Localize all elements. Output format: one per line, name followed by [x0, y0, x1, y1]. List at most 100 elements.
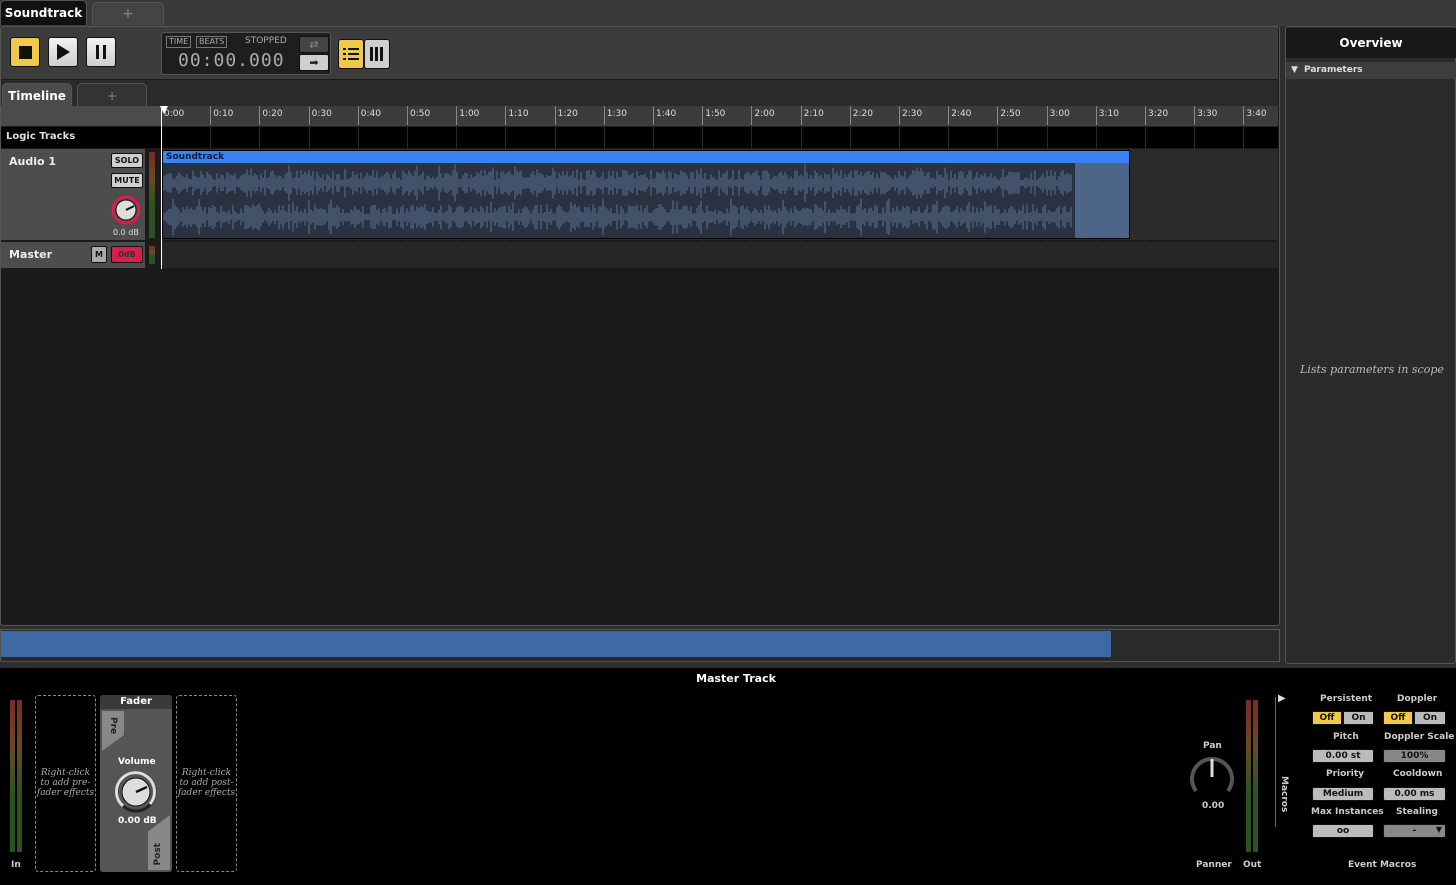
audio-track-meter [149, 152, 155, 238]
waveform [163, 163, 1129, 238]
arrow-right-icon: ➡ [309, 56, 319, 69]
logic-tracks-label: Logic Tracks [6, 131, 76, 142]
audio-volume-knob[interactable] [110, 194, 142, 226]
master-volume-value: 0dB [118, 250, 136, 259]
ruler-tick: 0:40 [357, 106, 381, 125]
doppler-label: Doppler [1397, 694, 1438, 704]
post-fader-effects-slot[interactable]: Right-click to add post-fader effects [176, 695, 237, 872]
stealing-dropdown[interactable]: - ▼ [1383, 824, 1446, 838]
master-track-name: Master [9, 248, 53, 261]
transport-status: STOPPED [245, 36, 287, 46]
ruler-tick: 2:40 [948, 106, 971, 125]
audio-region-soundtrack[interactable]: Soundtrack [162, 150, 1130, 239]
play-button[interactable] [48, 37, 78, 67]
ruler-tick: 0:50 [407, 106, 430, 125]
loop-button[interactable]: ⇄ [299, 36, 329, 53]
fader-volume-label: Volume [118, 757, 156, 767]
post-label: Post [153, 843, 163, 866]
ruler-tick: 2:50 [997, 106, 1021, 125]
doppler-scale-field[interactable]: 100% [1383, 749, 1446, 763]
parameters-hint: Lists parameters in scope [1300, 363, 1444, 376]
fader-module[interactable]: Fader Pre Volume 0.00 dB Post [100, 695, 172, 872]
expand-macros-icon[interactable]: ▶ [1278, 693, 1286, 704]
macros-label: Macros [1279, 776, 1289, 813]
ruler-tick: 2:20 [849, 106, 873, 125]
deck-title: Master Track [696, 672, 776, 685]
ruler-tick: 3:20 [1145, 106, 1168, 125]
panner-section-label: Panner [1196, 860, 1232, 870]
waveform-channel [163, 198, 1072, 236]
stealing-value: - [1412, 826, 1417, 836]
playhead-handle[interactable] [160, 106, 168, 114]
stop-button[interactable] [10, 37, 40, 67]
follow-playhead-button[interactable]: ➡ [299, 54, 329, 71]
pan-knob[interactable] [1188, 753, 1236, 797]
timeline-ruler[interactable]: 0:00 0:10 0:20 0:30 0:40 0:50 1:00 1:10 1:20 1:30… [161, 106, 1278, 127]
beats-mode-toggle[interactable]: BEATS [196, 36, 228, 48]
ruler-tick: 1:30 [603, 106, 627, 125]
output-label: Out [1243, 860, 1262, 870]
persistent-off-toggle[interactable]: Off [1312, 711, 1342, 725]
scrollbar-thumb[interactable] [1, 631, 1111, 657]
output-meter-left [1246, 700, 1251, 852]
master-track-meter [149, 246, 155, 264]
document-tab-soundtrack[interactable]: Soundtrack [0, 0, 87, 25]
add-document-tab-button[interactable]: + [92, 2, 164, 25]
priority-label: Priority [1326, 769, 1364, 779]
pre-fader-effects-slot[interactable]: Right-click to add pre-fader effects [35, 695, 96, 872]
pan-label: Pan [1203, 741, 1222, 751]
cooldown-field[interactable]: 0.00 ms [1383, 787, 1446, 801]
ruler-tick: 1:10 [505, 106, 529, 125]
time-mode-toggle[interactable]: TIME [166, 36, 192, 48]
doppler-off-toggle[interactable]: Off [1383, 711, 1413, 725]
cooldown-value: 0.00 ms [1394, 789, 1435, 799]
solo-button[interactable]: SOLO [111, 153, 143, 168]
ruler-tick: 1:20 [554, 106, 578, 125]
ruler-tick: 1:50 [702, 106, 725, 125]
waveform-channel [163, 164, 1072, 202]
ruler-tick: 0:10 [210, 106, 233, 125]
collapse-triangle-icon[interactable]: ▼ [1291, 65, 1298, 75]
ruler-tick: 1:40 [653, 106, 676, 125]
ruler-tick: 0:20 [259, 106, 283, 125]
ruler-tick: 3:10 [1095, 106, 1119, 125]
input-label: In [11, 860, 21, 870]
overview-title: Overview [1286, 28, 1456, 58]
persistent-label: Persistent [1320, 694, 1373, 704]
master-track-lane[interactable] [161, 242, 1278, 268]
master-mute-button[interactable]: M [91, 246, 107, 263]
pitch-field[interactable]: 0.00 st [1312, 749, 1374, 763]
playhead[interactable] [161, 106, 162, 269]
max-instances-field[interactable]: oo [1312, 824, 1374, 838]
macros-divider [1275, 697, 1276, 827]
dropdown-arrow-icon: ▼ [1435, 825, 1442, 834]
ruler-tick: 3:00 [1046, 106, 1070, 125]
fader-volume-knob[interactable] [114, 770, 158, 814]
persistent-on-toggle[interactable]: On [1343, 711, 1374, 725]
document-tab-bar [0, 0, 1456, 26]
editor-tab-bar [1, 80, 1278, 106]
add-editor-tab-button[interactable]: + [77, 83, 147, 107]
parameters-section[interactable]: ▼ Parameters [1286, 62, 1456, 79]
overview-panel [1285, 26, 1456, 664]
input-meter-right [17, 700, 22, 852]
track-view-button[interactable] [338, 39, 364, 69]
loop-icon: ⇄ [309, 38, 319, 51]
mute-button[interactable]: MUTE [111, 173, 143, 188]
parameters-label: Parameters [1304, 65, 1363, 75]
list-icon [343, 48, 359, 60]
ruler-tick: 1:00 [456, 106, 479, 125]
deck-view-button[interactable] [364, 39, 390, 69]
stealing-label: Stealing [1396, 807, 1438, 817]
ruler-tick: 2:30 [899, 106, 922, 125]
ruler-tick: 2:00 [751, 106, 775, 125]
pause-button[interactable] [86, 37, 116, 67]
doppler-on-toggle[interactable]: On [1414, 711, 1446, 725]
ruler-tick: 0:30 [308, 106, 332, 125]
doppler-scale-value: 100% [1400, 751, 1429, 761]
master-volume-field[interactable]: 0dB [111, 246, 143, 263]
priority-field[interactable]: Medium [1312, 787, 1374, 801]
tab-timeline[interactable]: Timeline [2, 83, 72, 107]
event-macros-section-label: Event Macros [1348, 860, 1417, 870]
pre-fader-hint: Right-click to add pre-fader effects [36, 768, 95, 798]
